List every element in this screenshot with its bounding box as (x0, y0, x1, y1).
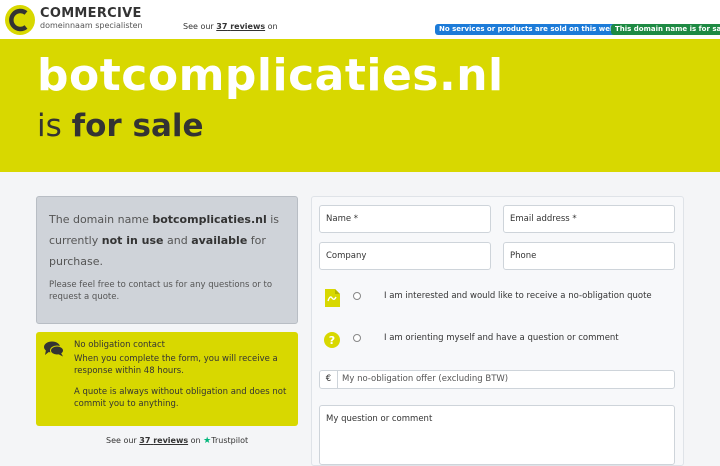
top-reviews: See our 37 reviews on (183, 22, 278, 31)
company-field[interactable]: Company (319, 242, 491, 270)
reviews-link[interactable]: 37 reviews (216, 22, 265, 31)
brand-name: COMMERCIVE (40, 6, 142, 21)
offer-input[interactable]: My no-obligation offer (excluding BTW) (342, 374, 508, 384)
sale-heading: is for sale (37, 108, 204, 144)
sale-for-sale: for sale (71, 108, 204, 144)
no-obligation-box: No obligation contact When you complete … (36, 332, 298, 426)
domain-info-text: The domain name botcomplicaties.nl is cu… (49, 209, 289, 272)
chat-icon (44, 341, 64, 357)
bottom-reviews-suffix: on (190, 436, 201, 445)
info-text-a: The domain name (49, 213, 149, 226)
bottom-reviews-link-text: reviews (153, 436, 189, 445)
bottom-reviews-link[interactable]: 37 reviews (139, 436, 188, 445)
currency-prefix: € (320, 371, 338, 388)
offer-input-group[interactable]: € My no-obligation offer (excluding BTW) (319, 370, 675, 389)
quote-radio[interactable] (353, 292, 361, 300)
info-text-c: and (167, 234, 188, 247)
question-option-label: I am orienting myself and have a questio… (384, 333, 619, 343)
document-icon (325, 289, 340, 307)
domain-title: botcomplicaties.nl (37, 50, 504, 101)
reviews-suffix: on (267, 22, 278, 31)
info-available: available (191, 234, 248, 247)
phone-field[interactable]: Phone (503, 242, 675, 270)
question-textarea[interactable]: My question or comment (319, 405, 675, 465)
name-field[interactable]: Name * (319, 205, 491, 233)
commercive-logo-icon[interactable] (4, 4, 36, 36)
trustpilot-label: Trustpilot (211, 436, 249, 445)
quote-obligation-text: A quote is always without obligation and… (74, 387, 287, 409)
info-status: not in use (101, 234, 164, 247)
domain-info-box: The domain name botcomplicaties.nl is cu… (36, 196, 298, 324)
svg-text:?: ? (329, 334, 335, 347)
info-domain: botcomplicaties.nl (152, 213, 267, 226)
sale-is: is (37, 108, 62, 144)
quote-option-label: I am interested and would like to receiv… (384, 291, 652, 301)
brand-tagline: domeinnaam specialisten (40, 21, 143, 30)
bottom-reviews-prefix: See our (106, 436, 137, 445)
email-field[interactable]: Email address * (503, 205, 675, 233)
response-time-text: When you complete the form, you will rec… (74, 354, 278, 376)
reviews-prefix: See our (183, 22, 214, 31)
reviews-link-text: reviews (230, 22, 266, 31)
no-sale-badge: No services or products are sold on this… (435, 24, 637, 35)
info-contact-text: Please feel free to contact us for any q… (49, 280, 273, 302)
bottom-reviews: See our 37 reviews on ★Trustpilot (106, 436, 248, 446)
question-icon: ? (324, 332, 340, 348)
top-bar: COMMERCIVE domeinnaam specialisten See o… (0, 0, 720, 39)
reviews-count: 37 (216, 22, 228, 31)
no-obligation-title: No obligation contact (74, 340, 165, 350)
for-sale-badge: This domain name is for sale (611, 24, 720, 35)
question-radio[interactable] (353, 334, 361, 342)
bottom-reviews-count: 37 (139, 436, 151, 445)
